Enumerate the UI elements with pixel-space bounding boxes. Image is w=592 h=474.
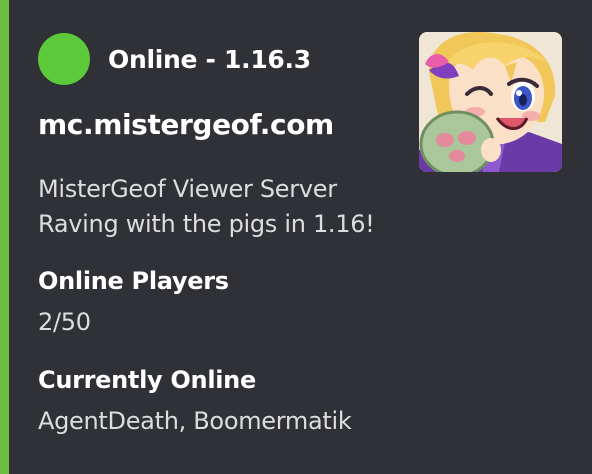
field-name: Currently Online bbox=[38, 366, 256, 394]
anime-avatar-winking-icon[interactable] bbox=[419, 32, 562, 172]
online-status-icon bbox=[38, 33, 90, 85]
embed-accent-bar bbox=[0, 0, 9, 474]
server-status-embed: Online - 1.16.3 mc.mistergeof.com Mister… bbox=[0, 0, 592, 474]
embed-description: MisterGeof Viewer Server Raving with the… bbox=[38, 172, 375, 242]
field-online-players: Online Players 2/50 bbox=[38, 264, 229, 340]
description-line: MisterGeof Viewer Server bbox=[38, 175, 337, 203]
field-value: 2/50 bbox=[38, 308, 91, 336]
field-name: Online Players bbox=[38, 267, 229, 295]
embed-title[interactable]: mc.mistergeof.com bbox=[38, 108, 334, 141]
embed-author: Online - 1.16.3 bbox=[38, 33, 311, 85]
author-name: Online - 1.16.3 bbox=[108, 44, 311, 74]
field-value: AgentDeath, Boomermatik bbox=[38, 407, 352, 435]
description-line: Raving with the pigs in 1.16! bbox=[38, 210, 375, 238]
field-currently-online: Currently Online AgentDeath, Boomermatik bbox=[38, 363, 352, 439]
